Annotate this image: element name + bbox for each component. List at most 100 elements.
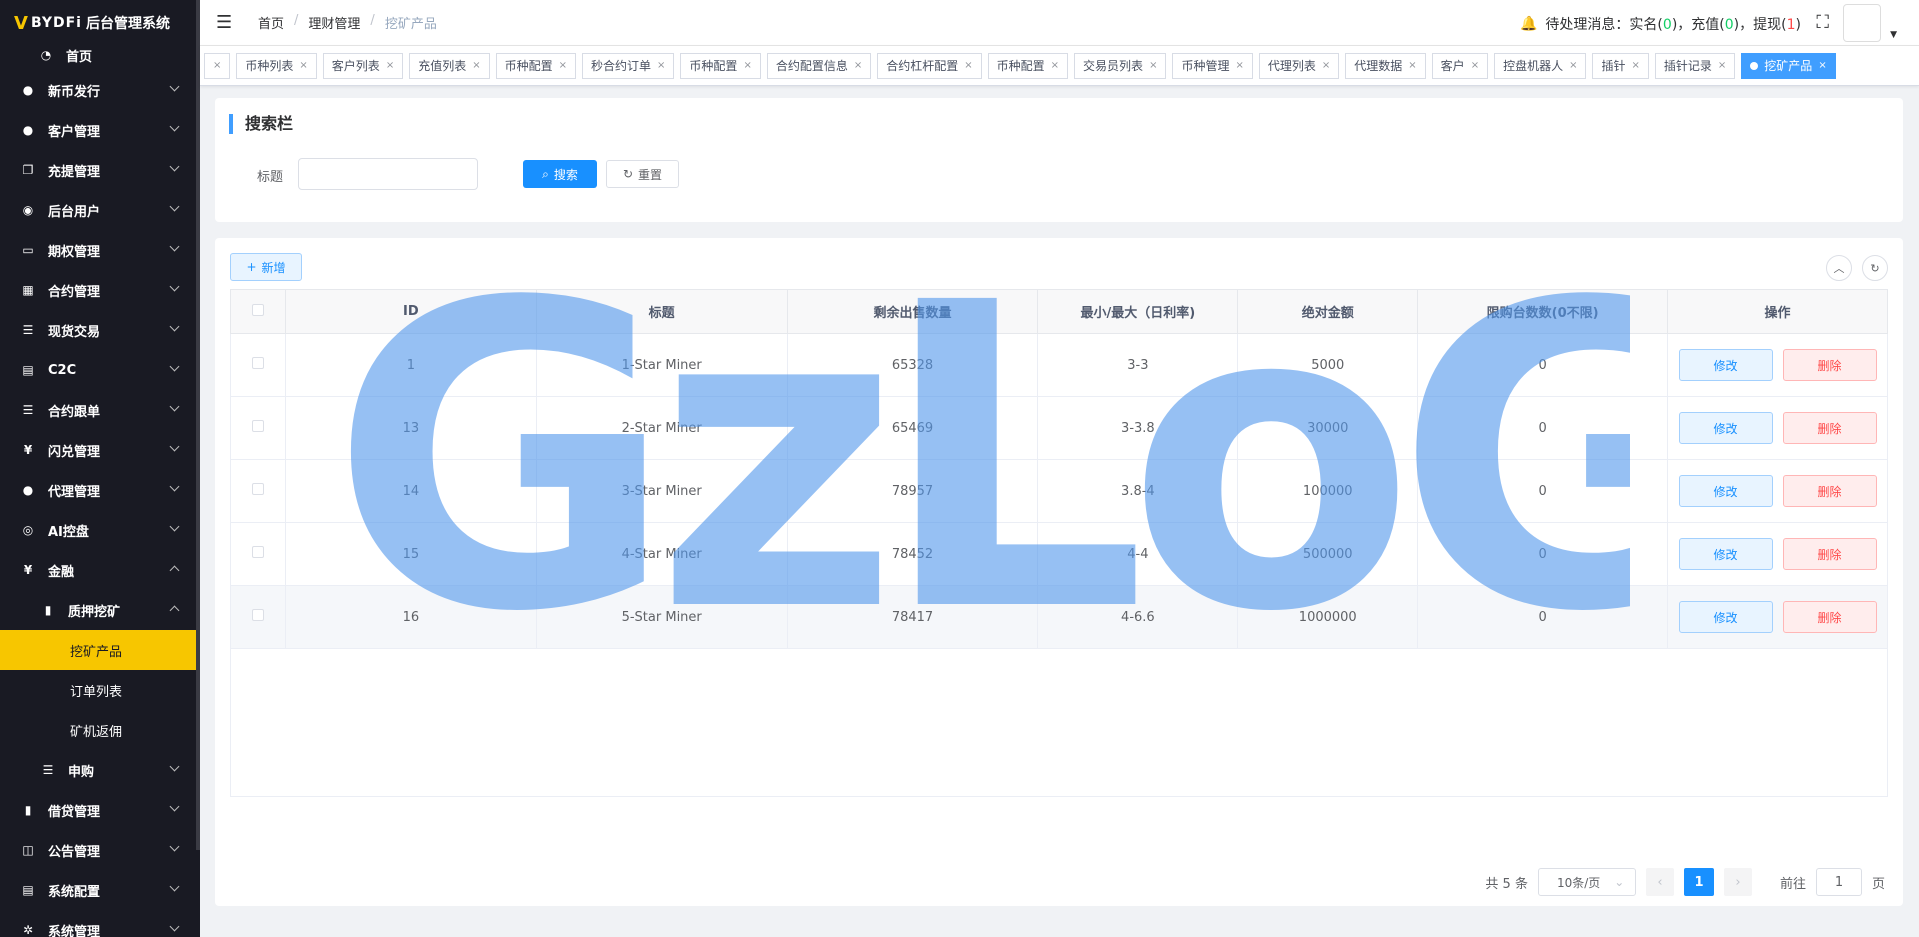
tag-3[interactable]: 币种配置 ×: [495, 52, 577, 79]
top-header: ☰ 首页 / 理财管理 / 挖矿产品 🔔 待处理消息： 实名(0)，充值(0)，…: [200, 0, 1919, 46]
row-checkbox[interactable]: [251, 546, 264, 558]
collapse-search-icon[interactable]: ︿: [1826, 255, 1852, 281]
delete-button[interactable]: 删除: [1782, 538, 1877, 570]
tag-7[interactable]: 合约杠杆配置 ×: [877, 52, 982, 79]
menu-item-18[interactable]: ☰ 申购: [0, 750, 200, 790]
cell-limit: 0: [1417, 396, 1669, 460]
tag-17[interactable]: 挖矿产品 ×: [1741, 52, 1836, 79]
title-search-input[interactable]: [298, 158, 478, 190]
menu-item-14[interactable]: ▮ 质押挖矿: [0, 590, 200, 630]
edit-button[interactable]: 修改: [1678, 538, 1773, 570]
avatar[interactable]: [1843, 4, 1881, 42]
chevron-up-icon: [169, 605, 180, 616]
goto-page-input[interactable]: 1: [1815, 868, 1862, 896]
menu-item-4[interactable]: ◉ 后台用户: [0, 190, 200, 230]
tag-2[interactable]: 充值列表 ×: [409, 52, 490, 79]
close-icon[interactable]: ×: [1632, 60, 1640, 71]
caret-down-icon[interactable]: ▼: [1890, 30, 1897, 40]
menu-item-15[interactable]: 挖矿产品: [0, 630, 200, 670]
tag-prev[interactable]: ×: [204, 52, 231, 79]
refresh-icon[interactable]: ↻: [1862, 255, 1888, 281]
row-checkbox[interactable]: [251, 357, 264, 369]
close-icon[interactable]: ×: [1408, 60, 1416, 71]
breadcrumb-item-finance[interactable]: 理财管理: [308, 13, 360, 32]
close-icon[interactable]: ×: [386, 60, 394, 71]
delete-button[interactable]: 删除: [1782, 349, 1877, 381]
column-header-limit: 限购台数数(0不限): [1417, 289, 1669, 334]
edit-button[interactable]: 修改: [1678, 475, 1773, 507]
close-icon[interactable]: ×: [964, 60, 972, 71]
close-icon[interactable]: ×: [559, 60, 567, 71]
close-icon[interactable]: ×: [1569, 60, 1577, 71]
close-icon[interactable]: ×: [1235, 60, 1243, 71]
tag-15[interactable]: 插针 ×: [1592, 52, 1649, 79]
tag-1[interactable]: 客户列表 ×: [322, 52, 404, 79]
close-icon[interactable]: ×: [1051, 60, 1059, 71]
menu-item-10[interactable]: ¥ 闪兑管理: [0, 430, 200, 470]
menu-item-0[interactable]: ◔ 首页: [0, 40, 200, 70]
tag-11[interactable]: 代理列表 ×: [1258, 52, 1340, 79]
menu-item-9[interactable]: ☰ 合约跟单: [0, 390, 200, 430]
tag-5[interactable]: 币种配置 ×: [680, 52, 761, 79]
tag-6[interactable]: 合约配置信息 ×: [766, 52, 872, 79]
close-icon[interactable]: ×: [213, 60, 221, 71]
breadcrumb-item-home[interactable]: 首页: [258, 13, 284, 32]
menu-item-5[interactable]: ▭ 期权管理: [0, 230, 200, 270]
tag-0[interactable]: 币种列表 ×: [236, 52, 317, 79]
delete-button[interactable]: 删除: [1782, 475, 1877, 507]
close-icon[interactable]: ×: [1149, 60, 1157, 71]
add-button[interactable]: + 新增: [230, 253, 302, 281]
next-page-button[interactable]: ›: [1723, 868, 1752, 896]
select-all-checkbox[interactable]: [251, 303, 264, 316]
reset-button[interactable]: ↻ 重置: [606, 160, 679, 188]
menu-item-22[interactable]: ✲ 系统管理: [0, 910, 200, 937]
close-icon[interactable]: ×: [1718, 60, 1726, 71]
tag-13[interactable]: 客户 ×: [1431, 52, 1489, 79]
menu-item-2[interactable]: ● 客户管理: [0, 110, 200, 150]
delete-button[interactable]: 删除: [1782, 412, 1877, 444]
menu-item-19[interactable]: ▮ 借贷管理: [0, 790, 200, 830]
menu-item-17[interactable]: 矿机返佣: [0, 710, 200, 750]
tag-label: 控盘机器人: [1503, 59, 1564, 73]
close-icon[interactable]: ×: [1818, 60, 1826, 71]
row-checkbox[interactable]: [251, 483, 264, 495]
close-icon[interactable]: ×: [743, 60, 751, 71]
edit-button[interactable]: 修改: [1678, 349, 1773, 381]
tag-8[interactable]: 币种配置 ×: [987, 52, 1069, 79]
menu-item-7[interactable]: ☰ 现货交易: [0, 310, 200, 350]
prev-page-button[interactable]: ‹: [1645, 868, 1674, 896]
close-icon[interactable]: ×: [657, 60, 665, 71]
tag-16[interactable]: 插针记录 ×: [1654, 52, 1736, 79]
search-button[interactable]: ⌕ 搜索: [523, 160, 597, 188]
tag-label: 币种列表: [245, 59, 294, 73]
menu-item-3[interactable]: ❐ 充提管理: [0, 150, 200, 190]
close-icon[interactable]: ×: [1322, 60, 1330, 71]
menu-item-11[interactable]: ● 代理管理: [0, 470, 200, 510]
tag-4[interactable]: 秒合约订单 ×: [582, 52, 675, 79]
close-icon[interactable]: ×: [854, 60, 862, 71]
menu-toggle-icon[interactable]: ☰: [216, 12, 236, 33]
cell-title: 1-Star Miner: [535, 333, 788, 397]
menu-item-20[interactable]: ◫ 公告管理: [0, 830, 200, 870]
menu-item-13[interactable]: ¥ 金融: [0, 550, 200, 590]
page-number-current[interactable]: 1: [1683, 868, 1714, 896]
close-icon[interactable]: ×: [472, 60, 480, 71]
menu-item-1[interactable]: ● 新币发行: [0, 70, 200, 110]
menu-item-16[interactable]: 订单列表: [0, 670, 200, 710]
menu-item-8[interactable]: ▤ C2C: [0, 350, 200, 390]
tag-14[interactable]: 控盘机器人 ×: [1494, 52, 1587, 79]
menu-item-6[interactable]: ▦ 合约管理: [0, 270, 200, 310]
row-checkbox[interactable]: [251, 420, 264, 432]
sidebar-scrollbar[interactable]: [196, 0, 200, 850]
tag-12[interactable]: 代理数据 ×: [1345, 52, 1426, 79]
page-size-select[interactable]: 10条/页 ⌄: [1537, 868, 1636, 896]
close-icon[interactable]: ×: [299, 60, 307, 71]
tag-9[interactable]: 交易员列表 ×: [1074, 52, 1167, 79]
menu-item-12[interactable]: ◎ AI控盘: [0, 510, 200, 550]
menu-item-21[interactable]: ▤ 系统配置: [0, 870, 200, 910]
tag-10[interactable]: 币种管理 ×: [1172, 52, 1253, 79]
pending-notice[interactable]: 🔔 待处理消息： 实名(0)，充值(0)，提现(1): [1520, 14, 1801, 34]
fullscreen-icon[interactable]: ⛶: [1816, 12, 1829, 33]
close-icon[interactable]: ×: [1471, 60, 1479, 71]
edit-button[interactable]: 修改: [1678, 412, 1773, 444]
